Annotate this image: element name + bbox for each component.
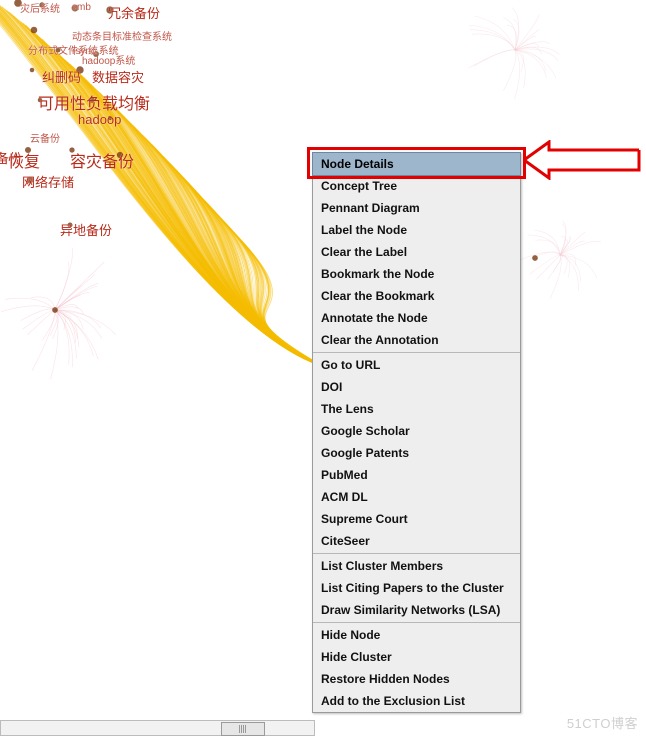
node-context-menu: Node DetailsConcept TreePennant DiagramL… [312, 152, 521, 713]
menu-item-concept-tree[interactable]: Concept Tree [313, 175, 520, 197]
menu-item-list-citing-papers-to-the-cluster[interactable]: List Citing Papers to the Cluster [313, 577, 520, 599]
menu-item-google-patents[interactable]: Google Patents [313, 442, 520, 464]
menu-item-add-to-the-exclusion-list[interactable]: Add to the Exclusion List [313, 690, 520, 712]
menu-item-clear-the-bookmark[interactable]: Clear the Bookmark [313, 285, 520, 307]
menu-separator [313, 553, 520, 554]
menu-item-hide-cluster[interactable]: Hide Cluster [313, 646, 520, 668]
menu-item-label-the-node[interactable]: Label the Node [313, 219, 520, 241]
menu-item-supreme-court[interactable]: Supreme Court [313, 508, 520, 530]
menu-item-node-details[interactable]: Node Details [312, 152, 521, 176]
menu-item-citeseer[interactable]: CiteSeer [313, 530, 520, 552]
menu-item-google-scholar[interactable]: Google Scholar [313, 420, 520, 442]
menu-item-acm-dl[interactable]: ACM DL [313, 486, 520, 508]
menu-item-doi[interactable]: DOI [313, 376, 520, 398]
horizontal-scrollbar[interactable] [0, 720, 315, 736]
menu-item-pubmed[interactable]: PubMed [313, 464, 520, 486]
menu-separator [313, 352, 520, 353]
menu-item-go-to-url[interactable]: Go to URL [313, 354, 520, 376]
menu-item-clear-the-label[interactable]: Clear the Label [313, 241, 520, 263]
menu-separator [313, 622, 520, 623]
menu-item-draw-similarity-networks-lsa[interactable]: Draw Similarity Networks (LSA) [313, 599, 520, 621]
menu-item-pennant-diagram[interactable]: Pennant Diagram [313, 197, 520, 219]
menu-item-the-lens[interactable]: The Lens [313, 398, 520, 420]
menu-item-restore-hidden-nodes[interactable]: Restore Hidden Nodes [313, 668, 520, 690]
menu-item-list-cluster-members[interactable]: List Cluster Members [313, 555, 520, 577]
menu-item-hide-node[interactable]: Hide Node [313, 624, 520, 646]
menu-item-bookmark-the-node[interactable]: Bookmark the Node [313, 263, 520, 285]
menu-item-annotate-the-node[interactable]: Annotate the Node [313, 307, 520, 329]
menu-item-clear-the-annotation[interactable]: Clear the Annotation [313, 329, 520, 351]
